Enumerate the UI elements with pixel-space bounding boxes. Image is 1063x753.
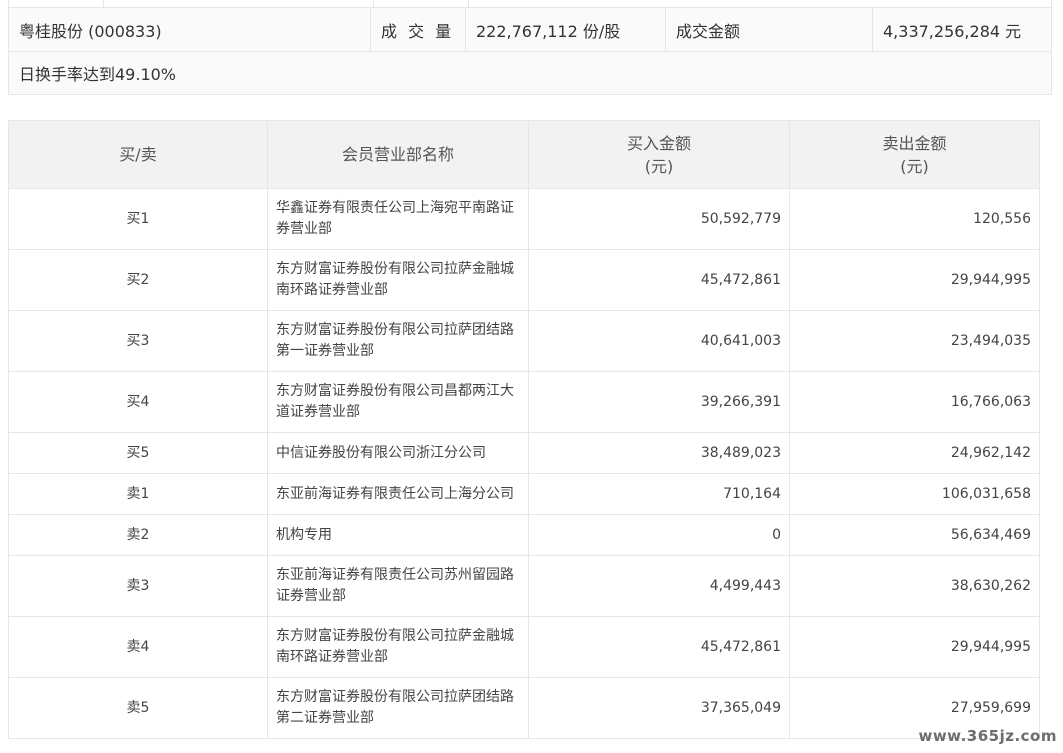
table-row: 买5 中信证券股份有限公司浙江分公司 38,489,023 24,962,142 <box>8 432 1040 474</box>
row-side: 买2 <box>8 249 268 311</box>
row-buy: 4,499,443 <box>528 555 790 617</box>
header-row: 买/卖 会员营业部名称 买入金额 (元) 卖出金额 (元) <box>8 120 1040 189</box>
header-buy-line2: (元) <box>644 156 674 176</box>
row-buy: 45,472,861 <box>528 249 790 311</box>
row-buy: 39,266,391 <box>528 371 790 433</box>
table-row: 卖4 东方财富证券股份有限公司拉萨金融城南环路证券营业部 45,472,861 … <box>8 616 1040 678</box>
row-dept: 东方财富证券股份有限公司拉萨金融城南环路证券营业部 <box>267 616 529 678</box>
seat-table: 买/卖 会员营业部名称 买入金额 (元) 卖出金额 (元) 买1 华鑫证券有限责… <box>8 120 1040 739</box>
row-dept: 中信证券股份有限公司浙江分公司 <box>267 432 529 474</box>
header-sell-line2: (元) <box>900 156 929 176</box>
stock-name: 粤桂股份 (000833) <box>8 7 371 52</box>
row-buy: 0 <box>528 514 790 556</box>
header-sell: 卖出金额 (元) <box>789 120 1040 189</box>
row-dept: 东亚前海证券有限责任公司上海分公司 <box>267 473 529 515</box>
row-side: 买4 <box>8 371 268 433</box>
header-buy-line1: 买入金额 <box>626 133 691 153</box>
turnover-row: 日换手率达到49.10% <box>8 51 1052 95</box>
summary-row: 粤桂股份 (000833) 成 交 量 222,767,112 份/股 成交金额… <box>8 7 1052 52</box>
row-buy: 50,592,779 <box>528 188 790 250</box>
table-row: 买4 东方财富证券股份有限公司昌都两江大道证券营业部 39,266,391 16… <box>8 371 1040 433</box>
row-side: 卖2 <box>8 514 268 556</box>
row-sell: 29,944,995 <box>789 616 1040 678</box>
row-buy: 710,164 <box>528 473 790 515</box>
watermark: www.365jz.com <box>918 727 1057 745</box>
header-sell-line1: 卖出金额 <box>882 133 947 153</box>
row-dept: 华鑫证券有限责任公司上海宛平南路证券营业部 <box>267 188 529 250</box>
volume-value: 222,767,112 份/股 <box>465 7 666 52</box>
row-dept: 东方财富证券股份有限公司拉萨金融城南环路证券营业部 <box>267 249 529 311</box>
amount-value: 4,337,256,284 元 <box>872 7 1052 52</box>
row-dept: 机构专用 <box>267 514 529 556</box>
amount-label: 成交金额 <box>665 7 873 52</box>
table-row: 卖1 东亚前海证券有限责任公司上海分公司 710,164 106,031,658 <box>8 473 1040 515</box>
row-side: 卖3 <box>8 555 268 617</box>
row-sell: 120,556 <box>789 188 1040 250</box>
row-sell: 16,766,063 <box>789 371 1040 433</box>
table-row: 买3 东方财富证券股份有限公司拉萨团结路第一证券营业部 40,641,003 2… <box>8 310 1040 372</box>
table-row: 买2 东方财富证券股份有限公司拉萨金融城南环路证券营业部 45,472,861 … <box>8 249 1040 311</box>
row-side: 卖4 <box>8 616 268 678</box>
row-side: 卖1 <box>8 473 268 515</box>
volume-label: 成 交 量 <box>370 7 466 52</box>
row-dept: 东亚前海证券有限责任公司苏州留园路证券营业部 <box>267 555 529 617</box>
row-buy: 37,365,049 <box>528 677 790 739</box>
row-buy: 45,472,861 <box>528 616 790 678</box>
row-sell: 38,630,262 <box>789 555 1040 617</box>
table-row: 卖5 东方财富证券股份有限公司拉萨团结路第二证券营业部 37,365,049 2… <box>8 677 1040 739</box>
header-side: 买/卖 <box>8 120 268 189</box>
row-sell: 29,944,995 <box>789 249 1040 311</box>
top-strip <box>8 0 1052 8</box>
summary-table: 粤桂股份 (000833) 成 交 量 222,767,112 份/股 成交金额… <box>8 7 1052 95</box>
turnover-text: 日换手率达到49.10% <box>8 51 1052 95</box>
row-dept: 东方财富证券股份有限公司拉萨团结路第一证券营业部 <box>267 310 529 372</box>
table-row: 卖3 东亚前海证券有限责任公司苏州留园路证券营业部 4,499,443 38,6… <box>8 555 1040 617</box>
table-row: 卖2 机构专用 0 56,634,469 <box>8 514 1040 556</box>
row-side: 买5 <box>8 432 268 474</box>
row-side: 卖5 <box>8 677 268 739</box>
header-buy: 买入金额 (元) <box>528 120 790 189</box>
row-sell: 24,962,142 <box>789 432 1040 474</box>
row-sell: 56,634,469 <box>789 514 1040 556</box>
row-side: 买1 <box>8 188 268 250</box>
row-dept: 东方财富证券股份有限公司昌都两江大道证券营业部 <box>267 371 529 433</box>
row-side: 买3 <box>8 310 268 372</box>
row-dept: 东方财富证券股份有限公司拉萨团结路第二证券营业部 <box>267 677 529 739</box>
row-sell: 106,031,658 <box>789 473 1040 515</box>
row-sell: 23,494,035 <box>789 310 1040 372</box>
table-row: 买1 华鑫证券有限责任公司上海宛平南路证券营业部 50,592,779 120,… <box>8 188 1040 250</box>
header-dept: 会员营业部名称 <box>267 120 529 189</box>
row-buy: 38,489,023 <box>528 432 790 474</box>
row-buy: 40,641,003 <box>528 310 790 372</box>
